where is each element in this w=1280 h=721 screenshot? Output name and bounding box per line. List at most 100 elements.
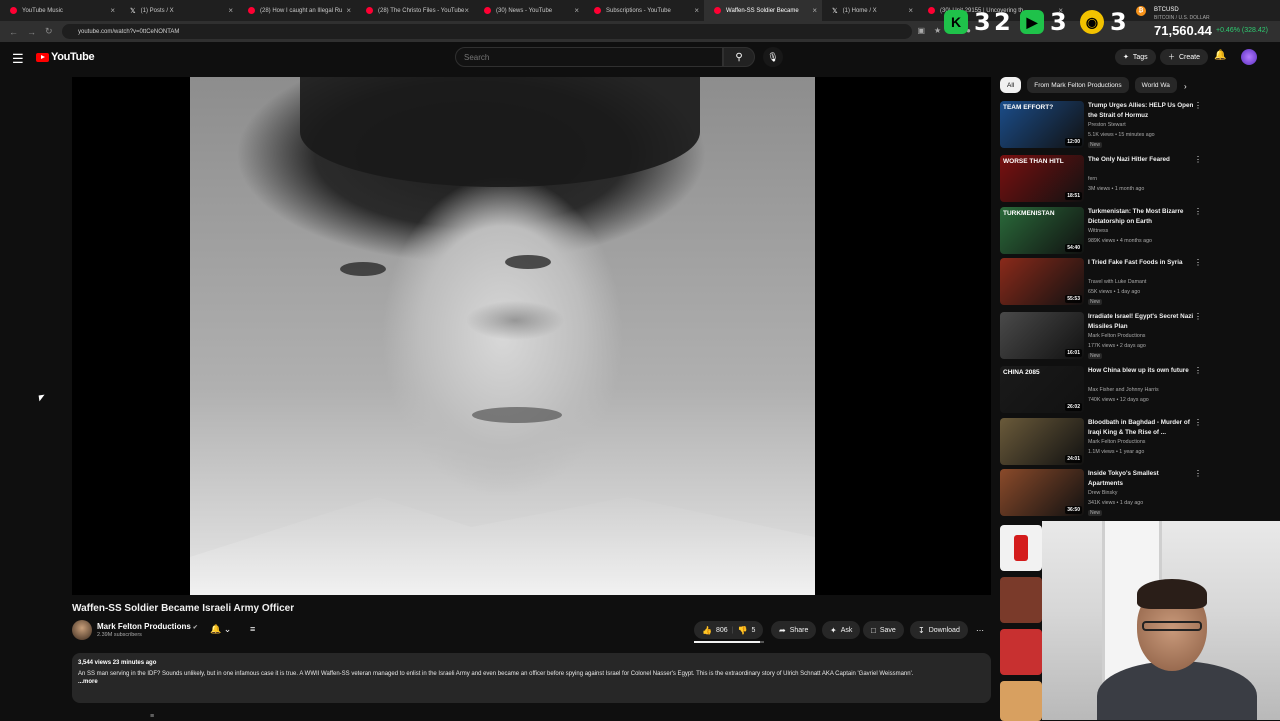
notifications-icon[interactable]: 🔔: [1214, 50, 1226, 61]
recommendation-channel[interactable]: Max Fisher and Johnny Harris: [1088, 387, 1159, 393]
like-button[interactable]: 👍 806 | 👎 5: [694, 621, 764, 639]
search-input[interactable]: [455, 47, 723, 67]
voice-search-button[interactable]: 🎙: [763, 47, 783, 67]
download-label: Download: [928, 626, 960, 634]
video-thumbnail[interactable]: CHINA 2085 26:02: [1000, 366, 1084, 413]
account-avatar[interactable]: [1241, 49, 1257, 65]
recommendation-title[interactable]: Irradiate Israel! Egypt's Secret Nazi Mi…: [1088, 312, 1194, 331]
show-more-link[interactable]: ...more: [78, 679, 985, 685]
create-button[interactable]: ＋ Create: [1160, 49, 1209, 65]
partial-thumbnail[interactable]: [1000, 525, 1042, 571]
recommendation-channel[interactable]: Travel with Luke Damant: [1088, 279, 1146, 285]
thumbs-down-icon[interactable]: 👎: [737, 626, 747, 635]
playlist-add-icon[interactable]: ≡: [250, 624, 255, 634]
forward-icon[interactable]: →: [27, 27, 36, 37]
partial-thumbnails[interactable]: [1000, 525, 1042, 721]
close-tab-icon[interactable]: ×: [346, 6, 351, 15]
more-vertical-icon[interactable]: ⋮: [1194, 366, 1202, 375]
video-thumbnail[interactable]: 16:01: [1000, 312, 1084, 359]
ask-button[interactable]: ✦ Ask: [822, 621, 861, 639]
play-icon: ▶: [1020, 10, 1044, 34]
search-button[interactable]: ⚲: [723, 47, 755, 67]
microphone-icon: 🎙: [767, 51, 779, 62]
partial-thumbnail[interactable]: [1000, 629, 1042, 675]
channel-name[interactable]: Mark Felton Productions ✔: [97, 622, 198, 631]
duration-badge: 18:51: [1065, 192, 1082, 200]
partial-thumbnail[interactable]: [1000, 681, 1042, 721]
close-tab-icon[interactable]: ×: [694, 6, 699, 15]
close-tab-icon[interactable]: ×: [110, 6, 115, 15]
recommendation-item[interactable]: 36:50 Inside Tokyo's Smallest Apartments D…: [1000, 469, 1202, 517]
channel-avatar[interactable]: [72, 620, 92, 640]
video-thumbnail[interactable]: TURKMENISTAN 54:40: [1000, 207, 1084, 254]
video-thumbnail[interactable]: 36:50: [1000, 469, 1084, 516]
video-thumbnail[interactable]: WORSE THAN HITL 18:51: [1000, 155, 1084, 202]
subscribed-bell-icon[interactable]: 🔔 ⌄: [210, 624, 231, 635]
url-field[interactable]: youtube.com/watch?v=0ttCeNONTAM: [62, 24, 912, 39]
share-button[interactable]: ➦ Share: [771, 621, 817, 639]
browser-tab[interactable]: YouTube Music ×: [0, 0, 120, 21]
filter-chip[interactable]: World Wa: [1134, 77, 1177, 93]
browser-tab[interactable]: (28) How I caught an Illegal Ru ×: [238, 0, 356, 21]
browser-tab[interactable]: 𝕏 (1) Home / X ×: [822, 0, 918, 21]
browser-tab[interactable]: Waffen-SS Soldier Became ×: [704, 0, 822, 21]
browser-tab[interactable]: (28) The Christo Files - YouTube ×: [356, 0, 474, 21]
tags-button[interactable]: ✦ Tags: [1115, 49, 1156, 65]
channel-name-text[interactable]: Mark Felton Productions: [97, 622, 191, 631]
reload-icon[interactable]: ↻: [45, 26, 53, 37]
duration-badge: 16:01: [1065, 349, 1082, 357]
close-tab-icon[interactable]: ×: [812, 6, 817, 15]
recommendation-title[interactable]: How China blew up its own future: [1088, 366, 1194, 376]
back-icon[interactable]: ←: [9, 27, 18, 37]
recommendation-item[interactable]: TEAM EFFORT? 12:00 Trump Urges Allies: HEL…: [1000, 101, 1202, 149]
recommendation-title[interactable]: The Only Nazi Hitler Feared: [1088, 155, 1194, 165]
recommendation-channel[interactable]: fern: [1088, 176, 1097, 182]
video-thumbnail[interactable]: 55:53: [1000, 258, 1084, 305]
more-vertical-icon[interactable]: ⋮: [1194, 101, 1202, 110]
recommendation-item[interactable]: TURKMENISTAN 54:40 Turkmenistan: The Most …: [1000, 207, 1202, 255]
recommendation-title[interactable]: Bloodbath in Baghdad - Murder of Iraqi K…: [1088, 418, 1194, 437]
recommendation-channel[interactable]: Mark Felton Productions: [1088, 439, 1145, 445]
save-button[interactable]: □ Save: [863, 621, 904, 639]
download-button[interactable]: ↧ Download: [910, 621, 968, 639]
video-thumbnail[interactable]: 24:01: [1000, 418, 1084, 465]
more-vertical-icon[interactable]: ⋮: [1194, 207, 1202, 216]
filter-chip[interactable]: All: [1000, 77, 1022, 93]
recommendation-item[interactable]: 55:53 I Tried Fake Fast Foods in Syria Tra…: [1000, 258, 1202, 306]
browser-tab-label: Subscriptions - YouTube: [606, 7, 671, 14]
recommendation-channel[interactable]: Wittness: [1088, 228, 1108, 234]
recommendation-channel[interactable]: Mark Felton Productions: [1088, 333, 1145, 339]
recommendation-channel[interactable]: Drew Binsky: [1088, 490, 1117, 496]
video-player[interactable]: [72, 77, 991, 595]
more-vertical-icon[interactable]: ⋮: [1194, 312, 1202, 321]
recommendation-item[interactable]: CHINA 2085 26:02 How China blew up its own…: [1000, 366, 1202, 414]
recommendation-item[interactable]: 16:01 Irradiate Israel! Egypt's Secret Na…: [1000, 312, 1202, 360]
browser-tab[interactable]: 𝕏 (1) Posts / X ×: [120, 0, 238, 21]
browser-tab[interactable]: Subscriptions - YouTube ×: [584, 0, 704, 21]
youtube-music-icon: [10, 7, 17, 14]
browser-tab[interactable]: (30) News - YouTube ×: [474, 0, 584, 21]
recommendation-item[interactable]: 24:01 Bloodbath in Baghdad - Murder of Ir…: [1000, 418, 1202, 466]
more-vertical-icon[interactable]: ⋮: [1194, 155, 1202, 164]
chevron-right-icon[interactable]: ›: [1184, 82, 1187, 91]
recommendation-title[interactable]: Turkmenistan: The Most Bizarre Dictators…: [1088, 207, 1194, 226]
recommendation-item[interactable]: WORSE THAN HITL 18:51 The Only Nazi Hitler…: [1000, 155, 1202, 203]
close-tab-icon[interactable]: ×: [228, 6, 233, 15]
more-vertical-icon[interactable]: ⋮: [1194, 469, 1202, 478]
more-vertical-icon[interactable]: ⋮: [1194, 258, 1202, 267]
youtube-logo[interactable]: YouTube: [36, 51, 95, 63]
menu-icon[interactable]: ☰: [12, 51, 24, 67]
filter-chip[interactable]: From Mark Felton Productions: [1027, 77, 1129, 93]
more-vertical-icon[interactable]: ⋮: [1194, 418, 1202, 427]
video-thumbnail[interactable]: TEAM EFFORT? 12:00: [1000, 101, 1084, 148]
close-tab-icon[interactable]: ×: [464, 6, 469, 15]
partial-thumbnail[interactable]: [1000, 577, 1042, 623]
recommendation-title[interactable]: Inside Tokyo's Smallest Apartments: [1088, 469, 1194, 488]
recommendation-title[interactable]: Trump Urges Allies: HELP Us Open the Str…: [1088, 101, 1194, 120]
recommendation-channel[interactable]: Preston Stewart: [1088, 122, 1126, 128]
recommendation-title[interactable]: I Tried Fake Fast Foods in Syria: [1088, 258, 1194, 268]
description-box[interactable]: 3,544 views 23 minutes ago An SS man ser…: [72, 653, 991, 703]
more-actions-button[interactable]: ⋯: [972, 621, 988, 639]
close-tab-icon[interactable]: ×: [908, 6, 913, 15]
close-tab-icon[interactable]: ×: [574, 6, 579, 15]
